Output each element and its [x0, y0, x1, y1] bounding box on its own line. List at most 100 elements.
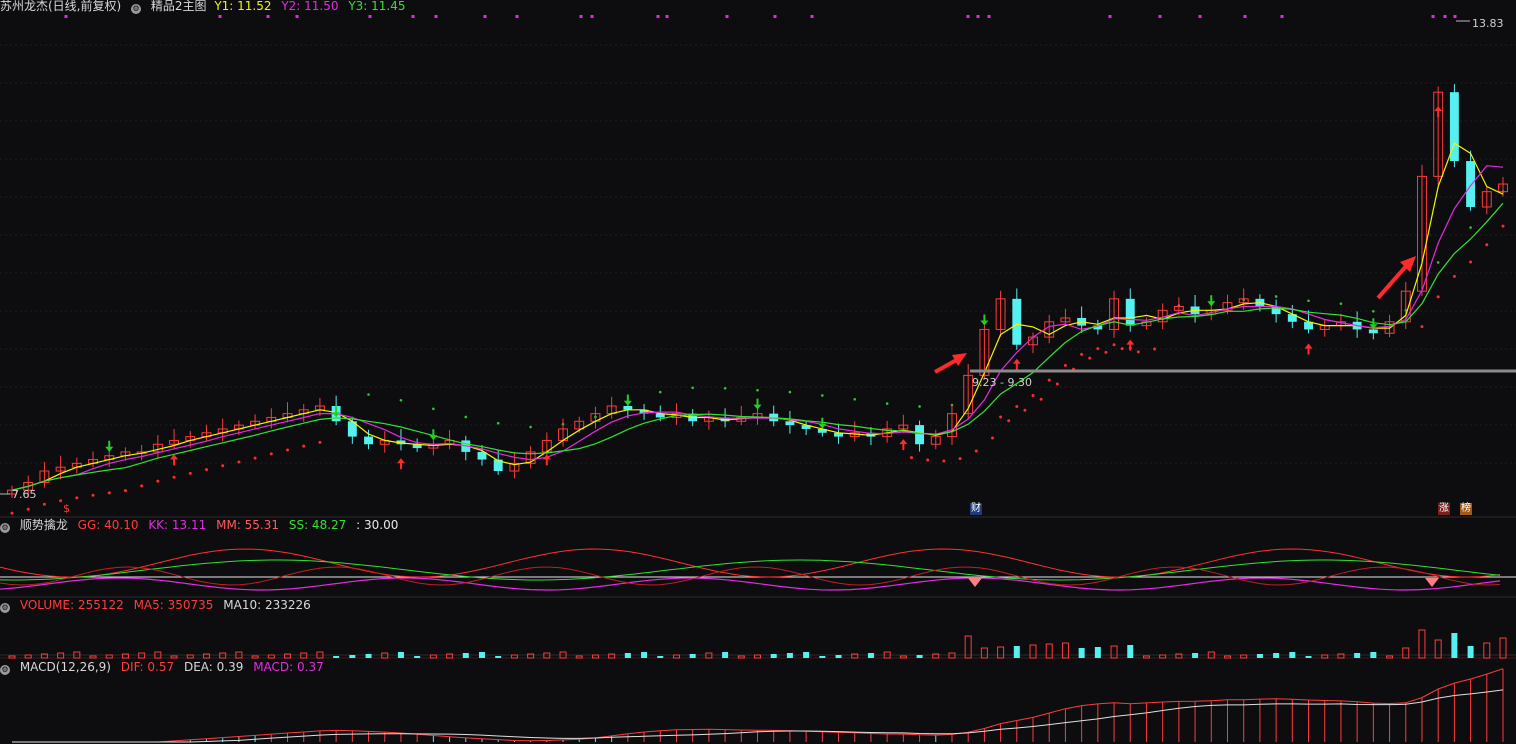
volume-bar: [365, 654, 372, 658]
volume-bar: [1386, 655, 1394, 659]
settings-gear-icon[interactable]: ⚙: [131, 4, 142, 14]
kdj-level: : 30.00: [356, 518, 399, 532]
volume-bar: [916, 655, 923, 658]
support-dot: [1501, 224, 1505, 228]
volume-bar: [510, 654, 518, 659]
volume-ma10: MA10: 233226: [223, 598, 311, 612]
support-dot: [1047, 378, 1051, 382]
volume-bar: [754, 654, 761, 659]
limit-up-tag[interactable]: 涨: [1438, 503, 1450, 515]
top-dot: [665, 15, 669, 18]
kdj-gg: GG: 40.10: [77, 518, 139, 532]
volume-bar: [462, 653, 469, 658]
resistance-dot: [788, 390, 792, 394]
macd-name[interactable]: MACD(12,26,9): [20, 660, 111, 674]
resistance-dot: [464, 415, 468, 419]
support-dot: [107, 491, 111, 495]
top-dot: [1443, 15, 1447, 18]
resistance-dot: [529, 425, 532, 429]
top-dot: [218, 15, 222, 18]
volume-bar: [24, 654, 32, 659]
volume-bar: [835, 655, 842, 658]
top-dot: [434, 15, 438, 18]
volume-bar: [105, 654, 113, 659]
ranking-tag[interactable]: 榜: [1460, 503, 1472, 515]
volume-bar: [737, 655, 745, 659]
volume-ma5: MA5: 350735: [133, 598, 214, 612]
top-dot: [1243, 15, 1247, 18]
support-dot: [1485, 243, 1489, 247]
volume-bar: [267, 654, 275, 659]
macd-settings-gear-icon[interactable]: ⚙: [0, 665, 10, 675]
candlesticks[interactable]: [7, 84, 1508, 498]
resistance-dot: [853, 397, 857, 401]
volume-bar: [689, 654, 696, 658]
volume-bar: [429, 654, 437, 659]
support-dot: [1063, 363, 1067, 367]
macd-histogram: [12, 668, 1504, 743]
top-dot: [579, 15, 583, 18]
resistance-dot: [658, 390, 662, 394]
financial-tag[interactable]: 财: [970, 503, 982, 515]
volume-bar: [1094, 647, 1101, 658]
volume-bar: [575, 655, 583, 659]
support-dot: [1023, 408, 1027, 412]
kdj-kk-line: [0, 577, 1501, 591]
buy-arrow: [1126, 339, 1135, 351]
volume-bar: [1256, 654, 1263, 658]
volume-bar: [1159, 654, 1167, 659]
ma-line: [11, 202, 1504, 491]
top-dot: [966, 15, 970, 18]
volume-bar: [251, 655, 259, 659]
sell-arrow: [980, 314, 989, 326]
volume-header: ⚙ VOLUME: 255122 MA5: 350735 MA10: 23322…: [0, 598, 317, 613]
volume-bar: [1370, 652, 1377, 658]
support-range-label: 9.23 - 9.30: [972, 376, 1032, 389]
kdj-signal-marker: [968, 578, 982, 587]
support-dot: [999, 415, 1003, 419]
volume-bar: [1273, 653, 1280, 658]
support-dot: [91, 493, 95, 497]
resistance-dot: [691, 386, 694, 390]
resistance-dot: [918, 405, 921, 408]
volume-bar: [414, 656, 421, 658]
ma-line: [11, 165, 1504, 491]
s-marker: $: [63, 502, 70, 515]
y1-value: Y1: 11.52: [214, 0, 272, 13]
y3-value: Y3: 11.45: [348, 0, 406, 13]
kdj-name[interactable]: 顺势擒龙: [20, 518, 68, 532]
volume-settings-gear-icon[interactable]: ⚙: [0, 603, 10, 613]
volume-bar: [1192, 653, 1199, 658]
support-dot: [1015, 404, 1019, 408]
indicator-name[interactable]: 精品2主图: [151, 0, 207, 13]
resistance-dot: [756, 388, 759, 392]
support-dot: [1031, 393, 1035, 397]
support-dot: [156, 479, 160, 483]
kdj-signal-marker: [1425, 578, 1439, 587]
support-dot: [1055, 382, 1059, 386]
support-dot: [990, 436, 994, 440]
stock-title[interactable]: 苏州龙杰(日线,前复权): [0, 0, 121, 13]
kdj-settings-gear-icon[interactable]: ⚙: [0, 523, 10, 533]
red-pointer-arrow-1: [934, 353, 967, 374]
kdj-ss: SS: 48.27: [288, 518, 347, 532]
volume-bar: [397, 652, 404, 658]
volume-bar: [997, 646, 1005, 659]
support-dot: [1039, 397, 1043, 401]
support-dot: [1096, 347, 1100, 351]
kdj-kk: KK: 13.11: [148, 518, 207, 532]
support-dot: [1080, 352, 1084, 356]
top-dot: [1198, 15, 1202, 18]
volume-bar: [786, 653, 793, 658]
support-dot: [204, 468, 208, 472]
candle-down: [785, 421, 795, 426]
support-dot: [1112, 343, 1116, 347]
top-dot: [810, 15, 814, 18]
volume-bar: [591, 654, 599, 659]
top-dot: [295, 15, 299, 18]
stock-chart[interactable]: [0, 0, 1516, 744]
volume-bar: [1305, 656, 1312, 658]
top-dot: [656, 15, 660, 18]
volume-bar: [478, 652, 485, 658]
support-dot: [926, 458, 930, 462]
